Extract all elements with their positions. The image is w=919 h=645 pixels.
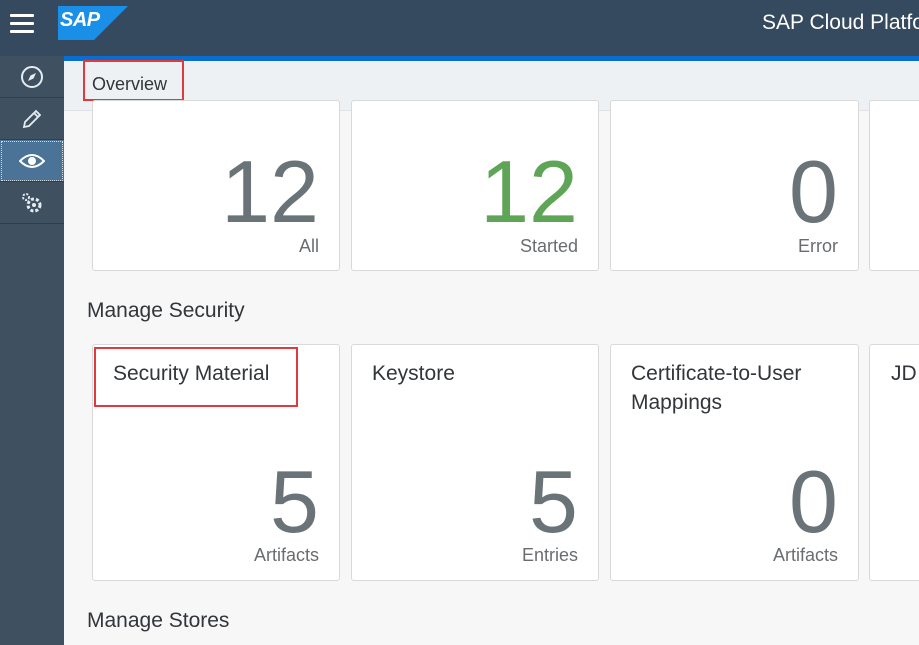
tile-error[interactable]: 0 Error [610,100,859,271]
tile-partial[interactable] [869,100,919,271]
section-title-manage-stores: Manage Stores [87,609,230,632]
tile-count: 12 [221,142,319,241]
tile-count: 12 [480,142,578,241]
nav-item-monitor[interactable] [0,140,64,182]
tile-security-material[interactable]: Security Material 5 Artifacts [92,344,340,581]
tile-count: 0 [789,452,838,551]
menu-icon[interactable] [10,14,34,34]
app-title: SAP Cloud Platform [762,11,919,34]
tile-all[interactable]: 12 All [92,100,340,271]
page-title[interactable]: Overview [92,74,167,95]
tile-keystore[interactable]: Keystore 5 Entries [351,344,599,581]
tile-title: Security Material [113,362,270,385]
nav-item-design[interactable] [0,98,64,140]
tile-started[interactable]: 12 Started [351,100,599,271]
shell-header: SAP SAP Cloud Platform [0,0,919,56]
gears-icon [22,192,42,212]
tile-title: Keystore [372,362,455,385]
tile-title-line2: Mappings [631,391,723,414]
side-navigation [0,56,64,645]
tile-unit: Artifacts [253,545,319,565]
nav-item-settings[interactable] [0,182,64,224]
tile-count: 0 [789,142,838,241]
tile-unit: Error [798,236,838,256]
tile-count: 5 [270,452,319,551]
nav-item-discover[interactable] [0,56,64,98]
sap-logo-text: SAP [60,9,100,31]
tile-title-line1: Certificate-to-User [631,362,802,385]
tile-certificate-to-user-mappings[interactable]: Certificate-to-User Mappings 0 Artifacts [610,344,859,581]
tile-unit: Artifacts [772,545,838,565]
tile-unit: Started [519,236,578,256]
tile-unit: All [298,236,319,256]
tile-jdbc-partial[interactable]: JD [869,344,919,581]
tile-title: JD [891,362,917,385]
tile-count: 5 [529,452,578,551]
compass-icon [21,65,43,88]
pencil-icon [22,109,42,128]
section-title-manage-security: Manage Security [87,299,245,322]
eye-icon [19,153,45,168]
tile-unit: Entries [521,545,578,565]
